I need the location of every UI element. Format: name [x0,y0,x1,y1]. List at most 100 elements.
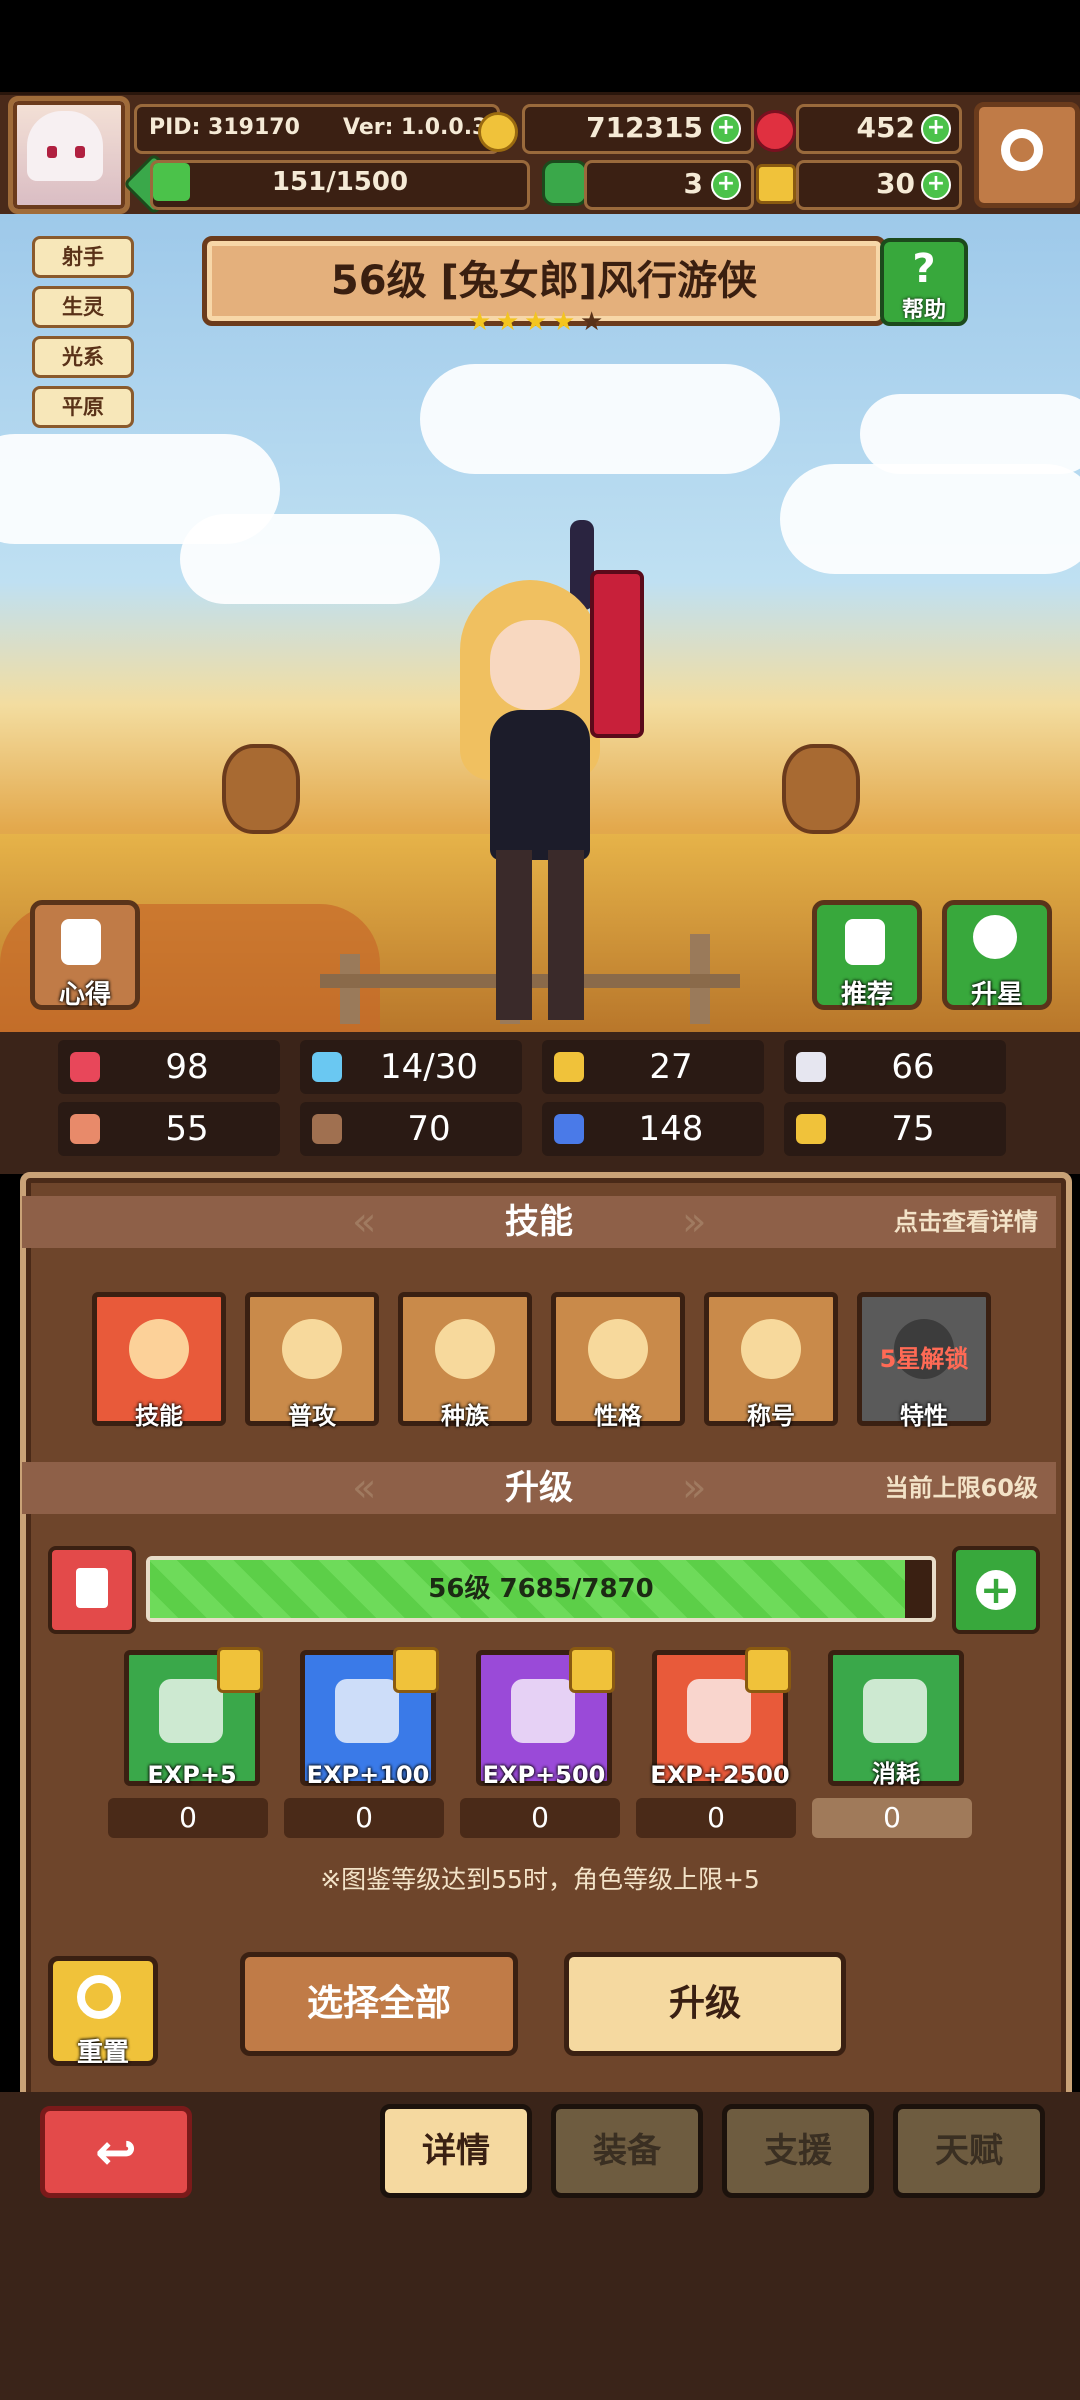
skill-slot-5[interactable]: 称号 [704,1292,838,1430]
stat-boot[interactable]: 148 [542,1102,764,1156]
gem-panel: 452 + [796,104,962,154]
select-all-button[interactable]: 选择全部 [240,1952,518,2056]
add-clover-button[interactable]: + [711,170,741,200]
stat-value: 98 [165,1047,209,1087]
key-icon [756,164,796,204]
right-leg [548,850,584,1020]
stat-value: 148 [638,1109,704,1149]
tab-3[interactable]: 支援 [722,2104,874,2198]
back-button[interactable]: ↩ [40,2106,192,2198]
key-panel: 30 + [796,160,962,210]
add-gold-button[interactable]: + [711,114,741,144]
stamina-panel: 151/1500 [150,160,530,210]
exp-item-1[interactable]: EXP+5 [124,1647,263,1789]
help-button[interactable]: ? 帮助 [880,238,968,326]
star-filled-icon: ★ [468,307,492,337]
stat-shield[interactable]: 27 [542,1040,764,1094]
stat-wing[interactable]: 66 [784,1040,1006,1094]
tab-2[interactable]: 装备 [551,2104,703,2198]
gun [590,570,644,738]
stat-heart[interactable]: 98 [58,1040,280,1094]
level-up-plus-button[interactable]: + [952,1546,1040,1634]
tag-element[interactable]: 光系 [32,336,134,378]
skill-slot-3[interactable]: 种族 [398,1292,532,1430]
stat-fist[interactable]: 55 [58,1102,280,1156]
tag-class[interactable]: 射手 [32,236,134,278]
skill-label: 特性 [900,1402,948,1430]
pid-version-panel: PID: 319170 Ver: 1.0.0.3 [134,104,500,154]
skill-icon [741,1319,801,1379]
reset-button[interactable]: 重置 [48,1956,158,2068]
add-key-button[interactable]: + [921,170,951,200]
level-down-button[interactable] [48,1546,136,1634]
water-drop-icon [312,1052,342,1082]
exp-item-count: 0 [108,1798,268,1838]
exp-item-icon [511,1679,575,1743]
clover-panel: 3 + [584,160,754,210]
exp-item-icon [335,1679,399,1743]
tag-race[interactable]: 生灵 [32,286,134,328]
upgrade-button[interactable]: 升级 [564,1952,846,2056]
exp-text: 56级 7685/7870 [428,1574,654,1604]
right-stone-icon[interactable] [782,744,860,834]
left-stone-icon[interactable] [222,744,300,834]
star-filled-icon: ★ [524,307,548,337]
skill-slot-2[interactable]: 普攻 [245,1292,379,1430]
recommend-button[interactable]: 推荐 [812,900,922,1010]
exp-item-5[interactable]: 消耗 [828,1650,964,1788]
stat-value: 55 [165,1109,209,1149]
exp-item-label: EXP+5 [147,1761,237,1789]
skill-label: 性格 [594,1402,642,1430]
stat-value: 14/30 [380,1047,478,1087]
exp-item-count: 0 [812,1798,972,1838]
horseshoe-icon [796,1114,826,1144]
skills-header[interactable]: « » 技能 点击查看详情 [22,1196,1056,1248]
insight-button[interactable]: 心得 [30,900,140,1010]
exp-item-icon [863,1679,927,1743]
face [490,620,580,710]
question-icon: ? [912,246,936,292]
tag-terrain[interactable]: 平原 [32,386,134,428]
star-filled-icon: ★ [496,307,520,337]
skill-slot-4[interactable]: 性格 [551,1292,685,1430]
exp-item-label: 消耗 [872,1760,920,1788]
exp-bar: 56级 7685/7870 [146,1556,936,1622]
level-cap-note: ※图鉴等级达到55时，角色等级上限+5 [320,1865,760,1894]
skill-label: 称号 [747,1402,795,1430]
scroll-icon [61,919,101,965]
tab-1[interactable]: 详情 [380,2104,532,2198]
gold-panel: 712315 + [522,104,754,154]
stat-water-drop[interactable]: 14/30 [300,1040,522,1094]
skill-slot-6[interactable]: 5星解锁 特性 [857,1292,991,1430]
stat-horseshoe[interactable]: 75 [784,1102,1006,1156]
stat-value: 75 [891,1109,935,1149]
upstar-button[interactable]: 升星 [942,900,1052,1010]
level-cap-hint: 当前上限60级 [884,1474,1038,1502]
settings-button[interactable] [974,102,1080,208]
thumbs-up-icon [845,919,885,965]
help-label: 帮助 [901,298,946,323]
exp-item-count: 0 [460,1798,620,1838]
exp-item-2[interactable]: EXP+100 [300,1647,439,1789]
exp-item-3[interactable]: EXP+500 [476,1647,615,1789]
exp-item-4[interactable]: EXP+2500 [650,1647,791,1789]
shield-icon [554,1052,584,1082]
settings-gear-icon [1001,129,1043,171]
skill-slot-1[interactable]: 技能 [92,1292,226,1430]
stat-book[interactable]: 70 [300,1102,522,1156]
skill-label: 种族 [441,1402,489,1430]
exp-item-label: EXP+2500 [650,1761,790,1789]
add-gem-button[interactable]: + [921,114,951,144]
fist-icon [70,1114,100,1144]
gold-coin-icon [478,112,518,152]
star-empty-icon: ★ [580,307,604,337]
clover-icon [542,160,588,206]
exp-item-label: EXP+500 [482,1761,606,1789]
tab-4[interactable]: 天赋 [893,2104,1045,2198]
version-label: Ver: 1.0.0.3 [343,115,488,140]
skills-hint: 点击查看详情 [894,1208,1038,1236]
skill-icon [282,1319,342,1379]
character-sprite[interactable] [420,520,644,1020]
heart-icon [70,1052,100,1082]
avatar[interactable] [8,96,130,214]
